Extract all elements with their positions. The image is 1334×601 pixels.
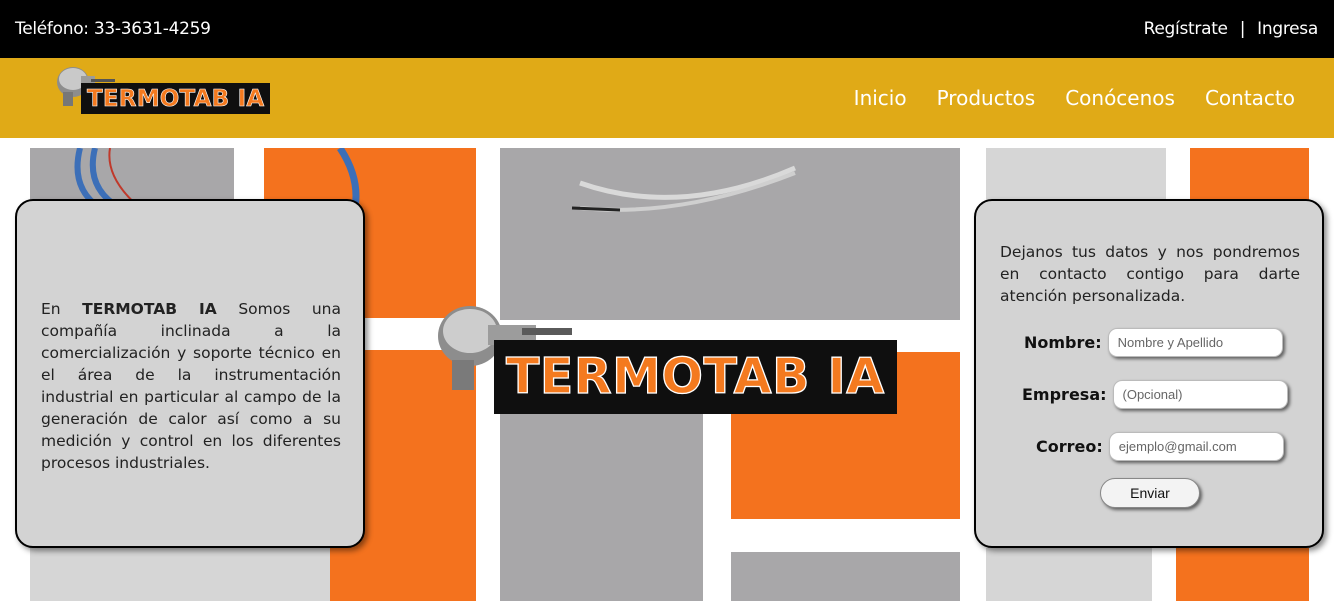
hero-wordmark-box: TERMOTAB IA: [494, 340, 897, 414]
about-company: TERMOTAB IA: [82, 300, 217, 318]
probe-image: [571, 165, 796, 212]
hero-wordmark: TERMOTAB IA: [505, 347, 885, 405]
email-label: Correo:: [1036, 437, 1103, 456]
collage-tile-orange-5: [1176, 548, 1309, 601]
about-body: Somos una compañía inclinada a la comerc…: [41, 300, 342, 472]
name-row: Nombre:: [1024, 328, 1283, 357]
main-nav: Inicio Productos Conócenos Contacto: [854, 86, 1295, 110]
company-row: Empresa:: [1022, 380, 1288, 409]
submit-button[interactable]: Enviar: [1100, 478, 1200, 508]
name-label: Nombre:: [1024, 333, 1102, 352]
collage-tile-braid: [986, 548, 1152, 601]
brand-wordmark-box: TERMOTAB IA: [81, 83, 271, 114]
auth-separator: |: [1239, 19, 1246, 39]
collage-tile-fitting: [500, 410, 703, 601]
company-label: Empresa:: [1022, 385, 1107, 404]
nav-item-contacto[interactable]: Contacto: [1205, 86, 1295, 110]
contact-panel: Dejanos tus datos y nos pondremos en con…: [974, 199, 1324, 548]
nav-item-productos[interactable]: Productos: [937, 86, 1036, 110]
collage-tile-thread: [731, 552, 960, 601]
contact-intro: Dejanos tus datos y nos pondremos en con…: [1000, 243, 1300, 305]
company-input[interactable]: [1112, 380, 1288, 409]
about-panel: En TERMOTAB IA Somos una compañía inclin…: [15, 199, 365, 548]
email-input[interactable]: [1108, 432, 1284, 461]
about-text: En TERMOTAB IA Somos una compañía inclin…: [41, 298, 341, 474]
nav-item-conocenos[interactable]: Conócenos: [1065, 86, 1175, 110]
register-link[interactable]: Regístrate: [1144, 19, 1228, 39]
nav-item-inicio[interactable]: Inicio: [854, 86, 907, 110]
brand-wordmark: TERMOTAB IA: [87, 86, 265, 113]
phone-number: Teléfono: 33-3631-4259: [15, 19, 211, 39]
brand-logo[interactable]: TERMOTAB IA: [55, 62, 285, 122]
top-bar: Teléfono: 33-3631-4259 Regístrate | Ingr…: [0, 0, 1334, 58]
login-link[interactable]: Ingresa: [1257, 19, 1318, 39]
auth-links: Regístrate | Ingresa: [1144, 19, 1319, 39]
about-prefix: En: [41, 300, 83, 318]
name-input[interactable]: [1107, 328, 1283, 357]
nav-bar: TERMOTAB IA Inicio Productos Conócenos C…: [0, 58, 1334, 138]
email-row: Correo:: [1036, 432, 1284, 461]
hero-logo: TERMOTAB IA: [432, 300, 902, 415]
